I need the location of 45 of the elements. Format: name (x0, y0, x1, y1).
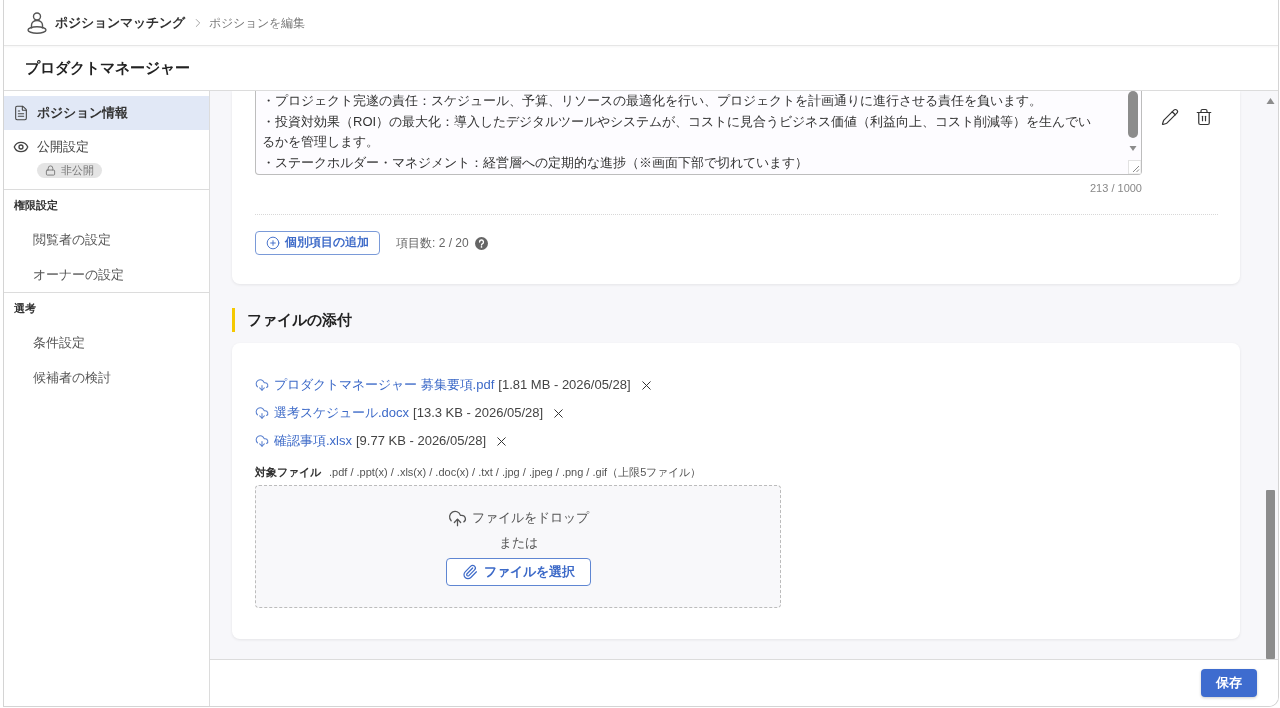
breadcrumb-current: ポジションを編集 (209, 14, 305, 32)
character-counter: 213 / 1000 (1089, 181, 1142, 196)
document-icon (13, 105, 29, 121)
add-item-button[interactable]: 個別項目の追加 (255, 231, 380, 255)
eye-icon (13, 139, 29, 155)
section-heading: ファイルの添付 (247, 309, 352, 330)
sidebar-item[interactable]: ポジション情報 (4, 96, 209, 130)
cloud-download-icon (255, 378, 269, 392)
resize-handle-icon[interactable] (1128, 160, 1141, 174)
or-label: または (498, 535, 538, 551)
item-count: 項目数: 2 / 20 (396, 235, 469, 252)
scrollbar[interactable] (1127, 91, 1139, 153)
heading-accent-bar (232, 308, 235, 332)
paperclip-icon (461, 564, 478, 580)
app-title-link[interactable]: ポジションマッチング (55, 12, 185, 33)
help-icon[interactable] (474, 236, 488, 250)
file-dropzone[interactable]: ファイルをドロップ または ファイルを選択 (255, 485, 781, 608)
file-meta: [1.81 MB - 2026/05/28] (498, 376, 631, 395)
accepted-files-label: 対象ファイル (255, 465, 321, 480)
page-title: プロダクトマネージャー (25, 57, 190, 78)
description-field[interactable]: ・プロジェクト完遂の責任：スケジュール、予算、リソースの最適化を行い、プロジェクトを計画通りに進行させる責任を負います。 ・投資対効果（ROI）の最大化：導入したデジタルツールやシステムが、コストに見合うビジネス価値（利益向上、コスト削減等）を生んでいるかを管理します。 ・ステークホルダー・マネジメント：経営層への定期的な進捗（※画面下部で切れています） (255, 91, 1142, 175)
choose-file-button[interactable]: ファイルを選択 (445, 558, 591, 586)
sidebar-item[interactable]: 閲覧者の設定 (4, 222, 209, 257)
file-link[interactable]: プロダクトマネージャー 募集要項.pdf (274, 375, 495, 395)
trash-icon[interactable] (1195, 108, 1213, 126)
section-title: 選考 (13, 301, 37, 316)
cloud-download-icon (255, 406, 269, 420)
plus-circle-icon (266, 236, 280, 250)
drop-prompt: ファイルをドロップ (471, 509, 589, 528)
section-title: 権限設定 (13, 198, 59, 213)
file-link[interactable]: 確認事項.xlsx (274, 431, 352, 451)
cloud-download-icon (255, 434, 269, 448)
accepted-file-types: .pdf / .ppt(x) / .xls(x) / .doc(x) / .txt / .jpg / .jpeg / .png / .gif（上限5ファイル） (329, 465, 702, 480)
cloud-upload-icon (447, 508, 467, 528)
person-icon (27, 11, 47, 34)
file-link[interactable]: 選考スケジュール.docx (274, 403, 410, 423)
file-meta: [13.3 KB - 2026/05/28] (413, 404, 544, 423)
lock-icon (45, 165, 56, 176)
sidebar-item[interactable]: 候補者の検討 (4, 360, 209, 395)
file-meta: [9.77 KB - 2026/05/28] (356, 432, 487, 451)
save-button[interactable]: 保存 (1201, 669, 1257, 697)
status-badge: 非公開 (37, 163, 102, 178)
sidebar-item[interactable]: オーナーの設定 (4, 257, 209, 292)
pencil-icon[interactable] (1161, 108, 1179, 126)
sidebar-item[interactable]: 条件設定 (4, 325, 209, 360)
